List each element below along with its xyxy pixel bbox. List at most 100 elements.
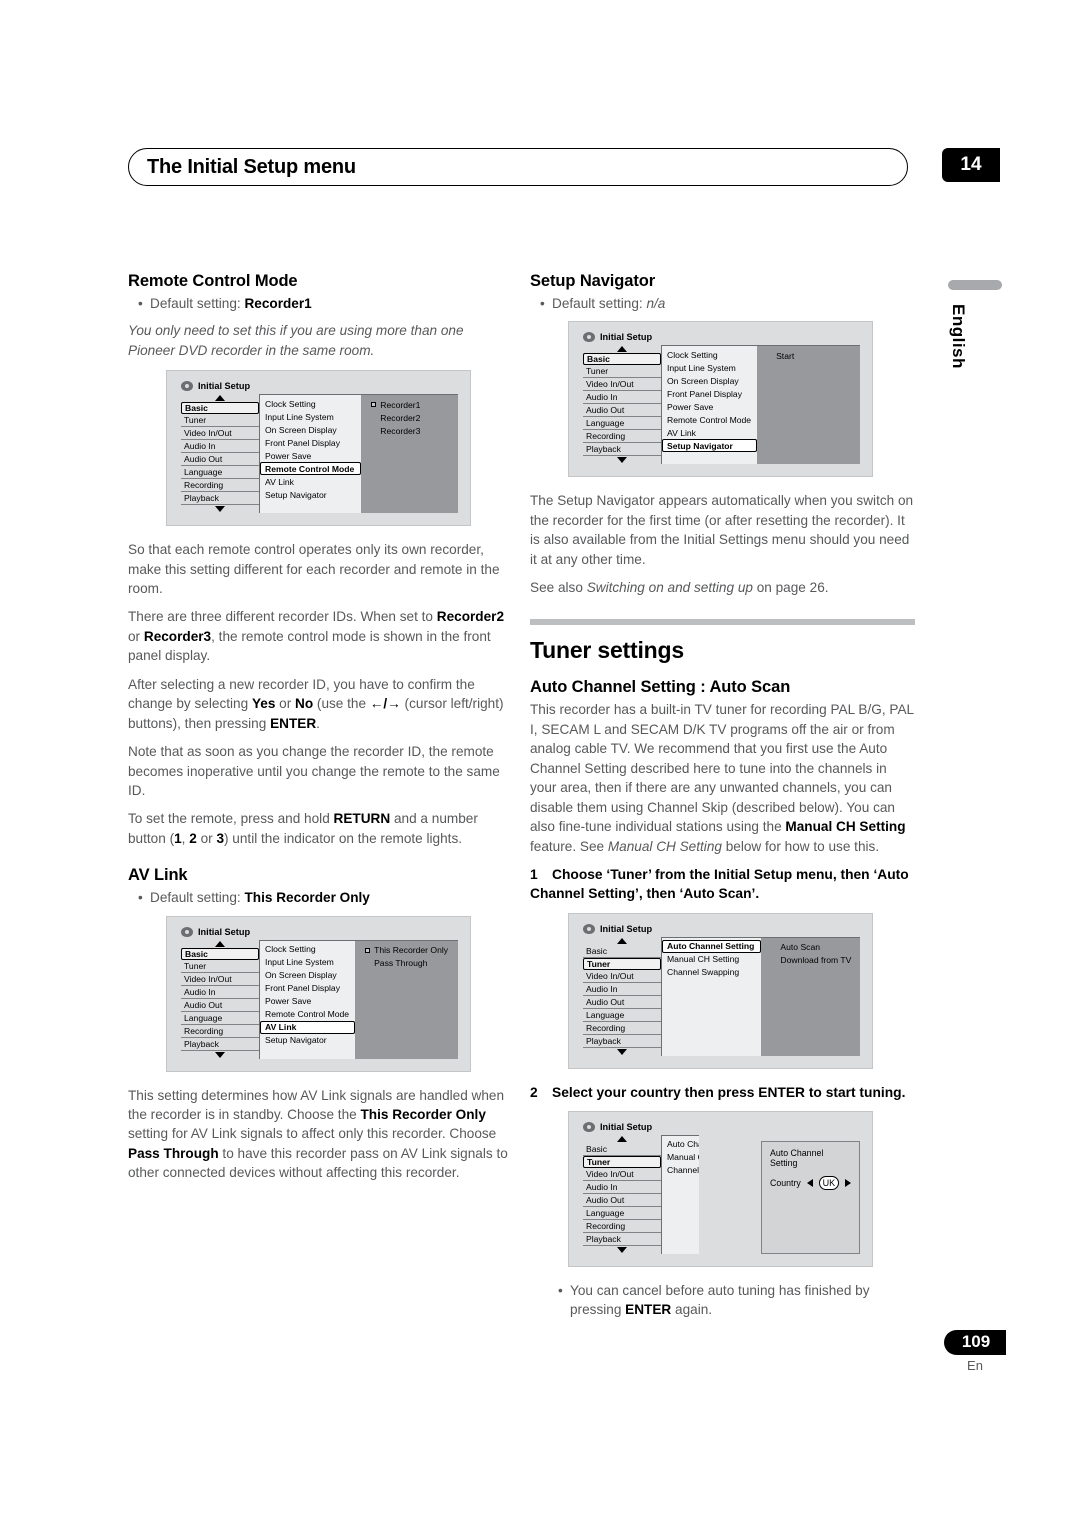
osd-option-column: Recorder1 Recorder2 Recorder3 xyxy=(361,394,458,514)
osd-category-tuner[interactable]: Tuner xyxy=(583,365,661,379)
osd-category-language[interactable]: Language xyxy=(583,1008,661,1022)
osd-item-manual-ch-setting[interactable]: Manual CH Setting xyxy=(662,1151,699,1164)
osd-item-power-save[interactable]: Power Save xyxy=(260,449,361,462)
osd-category-column: Basic Tuner Video In/Out Audio In Audio … xyxy=(583,1135,661,1254)
osd-body: Basic Tuner Video In/Out Audio In Audio … xyxy=(583,345,860,465)
osd-item-on-screen-display[interactable]: On Screen Display xyxy=(662,374,757,387)
osd-category-audio-out[interactable]: Audio Out xyxy=(583,995,661,1009)
osd-item-setup-navigator[interactable]: Setup Navigator xyxy=(260,488,361,501)
osd-item-clock-setting[interactable]: Clock Setting xyxy=(662,348,757,361)
osd-category-tuner[interactable]: Tuner xyxy=(181,959,259,973)
osd-option-recorder3[interactable]: Recorder3 xyxy=(367,424,458,437)
osd-option-this-recorder-only[interactable]: This Recorder Only xyxy=(361,944,458,957)
osd-item-av-link[interactable]: AV Link xyxy=(662,426,757,439)
osd-category-basic[interactable]: Basic xyxy=(583,353,661,366)
osd-category-audio-out[interactable]: Audio Out xyxy=(583,1193,661,1207)
osd-category-basic[interactable]: Basic xyxy=(181,947,259,960)
osd-item-manual-ch-setting[interactable]: Manual CH Setting xyxy=(662,953,761,966)
osd-category-audio-in[interactable]: Audio In xyxy=(583,1180,661,1194)
osd-category-playback[interactable]: Playback xyxy=(583,1034,661,1048)
osd-category-audio-in[interactable]: Audio In xyxy=(583,982,661,996)
osd-category-language[interactable]: Language xyxy=(583,417,661,431)
osd-item-on-screen-display[interactable]: On Screen Display xyxy=(260,969,355,982)
scroll-up-arrow-icon[interactable] xyxy=(617,1135,627,1142)
osd-item-power-save[interactable]: Power Save xyxy=(662,400,757,413)
osd-option-recorder1[interactable]: Recorder1 xyxy=(367,398,458,411)
osd-category-tuner[interactable]: Tuner xyxy=(181,414,259,428)
osd-body: Basic Tuner Video In/Out Audio In Audio … xyxy=(181,939,458,1059)
osd-category-audio-out[interactable]: Audio Out xyxy=(181,453,259,467)
scroll-down-arrow-icon[interactable] xyxy=(617,457,627,464)
para-navigator-2: See also Switching on and setting up on … xyxy=(530,580,829,596)
osd-item-remote-control-mode[interactable]: Remote Control Mode xyxy=(260,462,362,476)
osd-category-language[interactable]: Language xyxy=(181,1011,259,1025)
osd-category-recording[interactable]: Recording xyxy=(181,479,259,493)
osd-category-video-in-out[interactable]: Video In/Out xyxy=(181,427,259,441)
osd-category-language[interactable]: Language xyxy=(181,466,259,480)
osd-item-av-link[interactable]: AV Link xyxy=(260,1020,356,1034)
osd-category-basic[interactable]: Basic xyxy=(583,1142,661,1156)
scroll-down-arrow-icon[interactable] xyxy=(617,1048,627,1055)
osd-category-playback[interactable]: Playback xyxy=(181,1037,259,1051)
osd-item-remote-control-mode[interactable]: Remote Control Mode xyxy=(260,1008,355,1021)
osd-option-download-from-tv[interactable]: Download from TV xyxy=(767,954,860,967)
osd-category-basic[interactable]: Basic xyxy=(583,944,661,958)
osd-category-video-in-out[interactable]: Video In/Out xyxy=(583,378,661,392)
osd-category-video-in-out[interactable]: Video In/Out xyxy=(583,1167,661,1181)
osd-item-auto-channel-setting[interactable]: Auto Channel Setting xyxy=(662,1138,699,1151)
scroll-down-arrow-icon[interactable] xyxy=(215,506,225,513)
arrow-left-icon[interactable] xyxy=(806,1178,813,1187)
osd-item-channel-swapping[interactable]: Channel Swapping xyxy=(662,1164,699,1177)
osd-item-input-line-system[interactable]: Input Line System xyxy=(260,956,355,969)
osd-category-language[interactable]: Language xyxy=(583,1206,661,1220)
step-2: 2 Select your country then press ENTER to… xyxy=(530,1084,906,1100)
osd-item-input-line-system[interactable]: Input Line System xyxy=(662,361,757,374)
scroll-down-arrow-icon[interactable] xyxy=(215,1051,225,1058)
osd-item-on-screen-display[interactable]: On Screen Display xyxy=(260,423,361,436)
step-1: 1 Choose ‘Tuner’ from the Initial Setup m… xyxy=(530,866,909,902)
osd-item-power-save[interactable]: Power Save xyxy=(260,995,355,1008)
osd-category-tuner[interactable]: Tuner xyxy=(583,957,661,970)
scroll-up-arrow-icon[interactable] xyxy=(215,940,225,947)
osd-category-playback[interactable]: Playback xyxy=(583,443,661,457)
osd-category-tuner[interactable]: Tuner xyxy=(583,1155,661,1168)
osd-category-audio-out[interactable]: Audio Out xyxy=(583,404,661,418)
osd-category-audio-in[interactable]: Audio In xyxy=(181,440,259,454)
osd-category-audio-out[interactable]: Audio Out xyxy=(181,998,259,1012)
osd-item-av-link[interactable]: AV Link xyxy=(260,475,361,488)
osd-item-remote-control-mode[interactable]: Remote Control Mode xyxy=(662,413,757,426)
osd-item-front-panel-display[interactable]: Front Panel Display xyxy=(662,387,757,400)
osd-item-auto-channel-setting[interactable]: Auto Channel Setting xyxy=(662,939,762,953)
osd-item-clock-setting[interactable]: Clock Setting xyxy=(260,397,361,410)
osd-category-recording[interactable]: Recording xyxy=(583,1219,661,1233)
osd-category-recording[interactable]: Recording xyxy=(181,1024,259,1038)
osd-figure-auto-channel-setting: Initial Setup Basic Tuner Video In/Out A… xyxy=(568,912,873,1069)
scroll-up-arrow-icon[interactable] xyxy=(215,395,225,402)
scroll-down-arrow-icon[interactable] xyxy=(617,1246,627,1253)
osd-option-recorder2[interactable]: Recorder2 xyxy=(367,411,458,424)
osd-option-start[interactable]: Start xyxy=(763,349,860,362)
heading-auto-channel-setting: Auto Channel Setting : Auto Scan xyxy=(530,678,791,697)
osd-category-recording[interactable]: Recording xyxy=(583,430,661,444)
osd-item-front-panel-display[interactable]: Front Panel Display xyxy=(260,436,361,449)
osd-item-setup-navigator[interactable]: Setup Navigator xyxy=(260,1034,355,1047)
osd-option-pass-through[interactable]: Pass Through xyxy=(361,957,458,970)
osd-item-clock-setting[interactable]: Clock Setting xyxy=(260,943,355,956)
osd-category-playback[interactable]: Playback xyxy=(583,1232,661,1246)
osd-category-basic[interactable]: Basic xyxy=(181,402,259,415)
osd-item-channel-swapping[interactable]: Channel Swapping xyxy=(662,966,761,979)
osd-category-playback[interactable]: Playback xyxy=(181,492,259,506)
osd-category-video-in-out[interactable]: Video In/Out xyxy=(583,969,661,983)
arrow-right-icon[interactable] xyxy=(845,1178,851,1187)
osd-item-input-line-system[interactable]: Input Line System xyxy=(260,410,361,423)
osd-category-recording[interactable]: Recording xyxy=(583,1021,661,1035)
osd-category-video-in-out[interactable]: Video In/Out xyxy=(181,972,259,986)
osd-item-setup-navigator[interactable]: Setup Navigator xyxy=(662,439,758,453)
scroll-up-arrow-icon[interactable] xyxy=(617,937,627,944)
osd-option-auto-scan[interactable]: Auto Scan xyxy=(767,941,860,954)
osd-item-front-panel-display[interactable]: Front Panel Display xyxy=(260,982,355,995)
scroll-up-arrow-icon[interactable] xyxy=(617,346,627,353)
country-value[interactable]: UK xyxy=(818,1175,839,1190)
osd-category-audio-in[interactable]: Audio In xyxy=(583,391,661,405)
osd-category-audio-in[interactable]: Audio In xyxy=(181,985,259,999)
